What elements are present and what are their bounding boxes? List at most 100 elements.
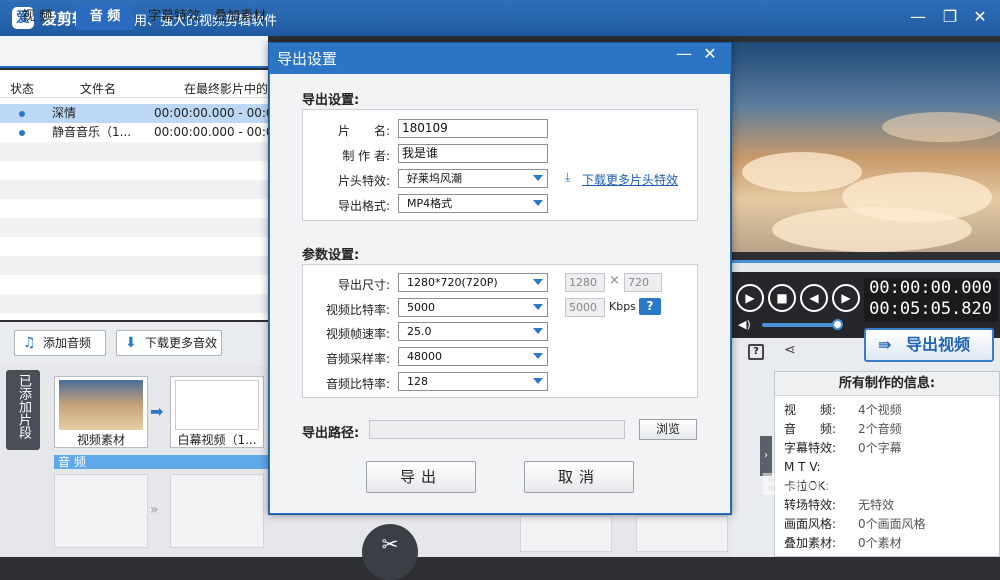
music-note-icon: ♫ xyxy=(23,335,36,351)
intro-effect-label: 片头特效: xyxy=(337,174,390,188)
cancel-button[interactable]: 取消 xyxy=(524,461,634,493)
play-button[interactable]: ▶ xyxy=(736,284,764,312)
download-audio-button[interactable]: ⬇ 下载更多音效 xyxy=(116,330,222,356)
sample-rate-select[interactable]: 48000 xyxy=(398,347,548,366)
size-value: 1280*720(720P) xyxy=(407,276,498,289)
volume-icon: ◀) xyxy=(738,318,751,331)
name-input[interactable]: 180109 xyxy=(398,119,548,138)
fps-value: 25.0 xyxy=(407,325,432,338)
added-clips-label: 已添加片段 xyxy=(16,374,31,439)
export-video-button[interactable]: ⇛ 导出视频 xyxy=(864,328,994,362)
chevron-down-icon xyxy=(533,304,543,310)
list-row[interactable]: 静音音乐（1... 00:00:00.000 - 00:0 xyxy=(0,123,274,142)
info-row: 视 频: 4个视频 xyxy=(784,401,994,420)
clip-card[interactable]: 视频素材 xyxy=(54,376,148,448)
dialog-close-button[interactable]: ✕ xyxy=(698,44,722,64)
empty-slot xyxy=(54,474,148,548)
video-bitrate-label: 视频比特率: xyxy=(325,303,390,317)
fps-select[interactable]: 25.0 xyxy=(398,322,548,341)
empty-slot xyxy=(520,516,612,552)
added-clips-tab[interactable]: 已添加片段 xyxy=(6,370,40,450)
intro-effect-select[interactable]: 好莱坞风潮 xyxy=(398,169,548,188)
scissors-icon[interactable]: ✂ xyxy=(362,524,418,580)
double-chevron-icon: » xyxy=(150,502,159,518)
help-icon[interactable]: ? xyxy=(748,344,764,360)
timecode-display: 00:00:00.000 00:05:05.820 xyxy=(864,278,998,322)
info-key: 视 频: xyxy=(784,403,837,417)
tab-video[interactable]: 视 频 xyxy=(6,4,68,30)
list-row[interactable]: 深情 00:00:00.000 - 00:0 xyxy=(0,104,274,123)
format-value: MP4格式 xyxy=(407,197,453,210)
download-icon: ⬇ xyxy=(125,335,137,351)
clip-label: 视频素材 xyxy=(76,433,125,447)
clip-card[interactable]: 白幕视频（1... xyxy=(170,376,264,448)
info-key: 字幕特效: xyxy=(784,441,837,455)
status-dot-icon xyxy=(19,130,25,136)
list-header: 状态 文件名 在最终影片中的 xyxy=(0,76,268,98)
size-label: 导出尺寸: xyxy=(337,278,390,292)
download-audio-label: 下载更多音效 xyxy=(145,336,218,350)
header-filename: 文件名 xyxy=(80,82,117,96)
info-row: 音 频: 2个音频 xyxy=(784,420,994,439)
path-field[interactable] xyxy=(369,420,625,439)
browse-button[interactable]: 浏览 xyxy=(639,419,697,440)
size-select[interactable]: 1280*720(720P) xyxy=(398,273,548,292)
video-bitrate-select[interactable]: 5000 xyxy=(398,298,548,317)
current-time: 00:00:00.000 xyxy=(869,278,992,298)
format-select[interactable]: MP4格式 xyxy=(398,194,548,213)
author-input[interactable]: 我是谁 xyxy=(398,144,548,163)
info-row: 画面风格: 0个画面风格 xyxy=(784,515,994,534)
intro-effect-value: 好莱坞风潮 xyxy=(407,172,462,185)
prev-frame-button[interactable]: ◀ xyxy=(800,284,828,312)
volume-knob[interactable] xyxy=(832,319,843,330)
next-frame-button[interactable]: ▶ xyxy=(832,284,860,312)
status-dot-icon xyxy=(19,111,25,117)
kbps-unit: Kbps xyxy=(609,300,636,313)
info-value: 2个音频 xyxy=(858,422,902,436)
total-time: 00:05:05.820 xyxy=(869,299,992,319)
export-section-title: 导出设置: xyxy=(302,93,360,108)
clip-thumbnail xyxy=(59,380,143,430)
volume-slider[interactable] xyxy=(762,323,838,327)
video-bitrate-value: 5000 xyxy=(407,301,435,314)
info-row: 叠加素材: 0个素材 xyxy=(784,534,994,553)
download-icon: ⤓ xyxy=(565,170,571,184)
empty-slot xyxy=(636,516,728,552)
chevron-down-icon xyxy=(533,328,543,334)
download-intro-link[interactable]: 下载更多片头特效 xyxy=(582,171,678,188)
export-button[interactable]: 导出 xyxy=(366,461,476,493)
tab-subtitle-effects[interactable]: 字幕特效 xyxy=(142,4,206,30)
path-label: 导出路径: xyxy=(302,426,360,441)
tab-overlay-material[interactable]: 叠加素材 xyxy=(212,4,268,30)
sample-rate-label: 音频采样率: xyxy=(325,352,390,366)
info-key: 叠加素材: xyxy=(784,536,837,550)
author-label: 制 作 者: xyxy=(342,149,390,163)
tab-audio[interactable]: 音 频 xyxy=(76,4,134,30)
dialog-minimize-button[interactable]: — xyxy=(672,44,696,64)
times-sign: × xyxy=(609,273,620,288)
chevron-down-icon xyxy=(533,200,543,206)
name-label: 片 名: xyxy=(337,124,390,138)
minimize-button[interactable]: — xyxy=(906,6,930,28)
audio-bitrate-value: 128 xyxy=(407,375,428,388)
empty-row xyxy=(0,218,268,237)
header-position: 在最终影片中的 xyxy=(184,82,269,96)
video-bitrate-field: 5000 xyxy=(565,298,605,317)
row-time: 00:00:00.000 - 00:0 xyxy=(154,125,274,139)
share-icon[interactable]: ⋖ xyxy=(784,342,796,358)
audio-bitrate-select[interactable]: 128 xyxy=(398,372,548,391)
arrow-right-icon: ➡ xyxy=(150,402,164,421)
restore-button[interactable]: ❐ xyxy=(938,6,962,28)
preview-scrubber[interactable] xyxy=(732,260,1000,272)
audio-track-strip: 音 频 xyxy=(54,455,268,469)
clip-thumbnail xyxy=(175,380,259,430)
stop-button[interactable]: ■ xyxy=(768,284,796,312)
fps-label: 视频帧速率: xyxy=(325,327,390,341)
row-filename: 深情 xyxy=(52,106,77,120)
close-button[interactable]: ✕ xyxy=(968,6,992,28)
clip-label: 白幕视频（1... xyxy=(177,433,257,447)
row-time: 00:00:00.000 - 00:0 xyxy=(154,106,274,120)
help-button[interactable]: ? xyxy=(639,298,661,315)
add-audio-button[interactable]: ♫ 添加音频 xyxy=(14,330,106,356)
sample-rate-value: 48000 xyxy=(407,350,442,363)
